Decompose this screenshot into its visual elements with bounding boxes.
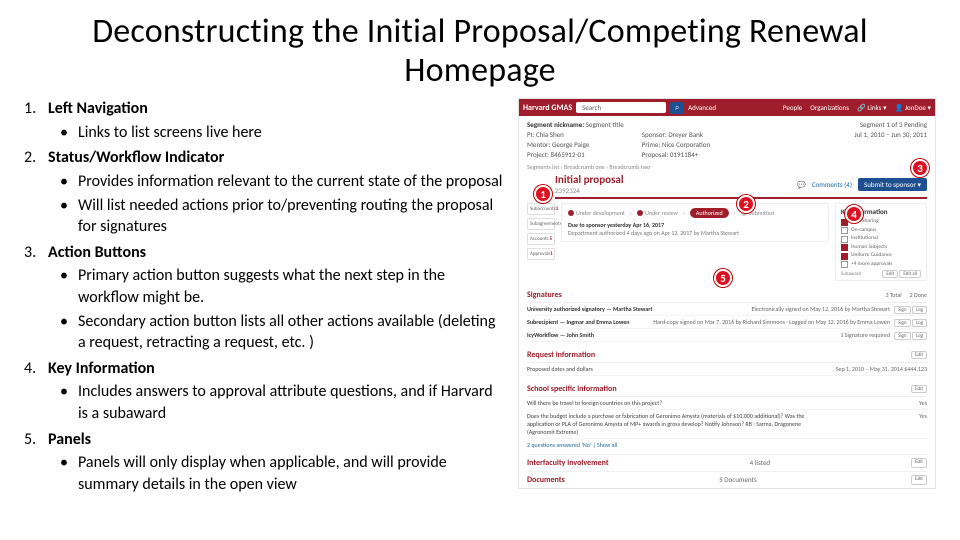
panel-school-title: School specific information	[527, 384, 617, 394]
seg-count: Segment 1 of 3 Pending	[860, 120, 927, 129]
outline-bullet: Includes answers to approval attribute q…	[78, 381, 504, 424]
sig-action[interactable]: Sign	[894, 306, 910, 314]
sig-action[interactable]: Sign	[894, 332, 910, 340]
key-edit-button[interactable]: Edit	[882, 270, 898, 278]
sig-action[interactable]: Log	[912, 332, 927, 340]
seg-proposal: Proposal: 0191184+	[642, 150, 698, 159]
key-editall-button[interactable]: Edit all	[899, 270, 921, 278]
panel-school-edit[interactable]: Edit	[911, 385, 927, 393]
comments-link[interactable]: Comments (4)	[812, 180, 852, 189]
breadcrumb: Segments list › Breadcrumb one › Breadcr…	[519, 163, 935, 173]
toplink-orgs[interactable]: Organizations	[810, 103, 849, 112]
outline-head: Left Navigation	[48, 99, 148, 118]
app-topbar: Harvard GMAS Search ⌕ Advanced People Or…	[519, 99, 935, 116]
seg-sponsor: Sponsor: Dreyer Bank	[642, 130, 703, 139]
brand-label: Harvard GMAS	[523, 103, 572, 113]
search-button[interactable]: ⌕	[670, 102, 684, 114]
panel-interfaculty-edit[interactable]: Edit	[911, 458, 927, 468]
key-info-item: Uniform Guidance	[841, 252, 921, 260]
outline-item: Key Information Includes answers to appro…	[48, 358, 504, 425]
outline-item: Panels Panels will only display when appl…	[48, 429, 504, 496]
panel-signatures-done: 2 Done	[910, 291, 927, 299]
sig-action[interactable]: Log	[912, 319, 927, 327]
signature-row: University authorized signatory — Martha…	[527, 303, 927, 316]
panel-documents-edit[interactable]: Edit	[911, 475, 927, 485]
outline-bullet: Panels will only display when applicable…	[78, 452, 504, 495]
panel-signatures-title: Signatures	[527, 290, 562, 300]
workflow-indicator: Under development›Under review›Authorize…	[561, 203, 829, 242]
toplink-links[interactable]: 🔗 Links ▾	[857, 103, 886, 112]
panel-interfaculty-title: Interfaculty involvement	[527, 458, 609, 468]
seg-pi: PI: Chia Shen	[527, 130, 564, 139]
advanced-link[interactable]: Advanced	[688, 103, 716, 112]
key-info-item: Human Subjects	[841, 244, 921, 252]
outline-bullet: Links to list screens live here	[78, 122, 504, 144]
key-info-item: On-campus	[841, 227, 921, 235]
seg-prime: Prime: Nice Corporation	[642, 140, 710, 149]
workflow-step: Under review	[637, 209, 678, 217]
panel-interfaculty-value: 4 listed	[750, 458, 770, 468]
sig-action[interactable]: Log	[912, 306, 927, 314]
req-dates-label[interactable]: Proposed dates and dollars	[527, 365, 593, 373]
key-info-item: Institutional	[841, 235, 921, 243]
panel-signatures-total: 3 Total	[885, 291, 901, 299]
toplink-user[interactable]: 👤 JonDoe ▾	[895, 103, 931, 112]
outline-item: Left Navigation Links to list screens liv…	[48, 98, 504, 143]
seg-dates: Jul 1, 2010 – Jun 30, 2011	[854, 130, 927, 139]
slide-title: Deconstructing the Initial Proposal/Comp…	[24, 12, 936, 90]
panel-documents-title: Documents	[527, 475, 565, 485]
outline-head: Action Buttons	[48, 243, 146, 262]
school-row: Will there be travel to foreign countrie…	[527, 397, 927, 410]
segment-info: Segment nickname: Segment title PI: Chia…	[519, 116, 935, 163]
outline-head: Status/Workflow Indicator	[48, 148, 224, 167]
panel-request-edit[interactable]: Edit	[911, 351, 927, 359]
search-icon: ⌕	[675, 103, 679, 113]
workflow-step: Authorized	[690, 208, 729, 218]
leftnav-item[interactable]: Subaccounts3	[527, 203, 555, 215]
outline-bullet: Provides information relevant to the cur…	[78, 171, 504, 193]
outline-item: Action Buttons Primary action button sugg…	[48, 242, 504, 354]
school-showall[interactable]: 2 questions answered ‘No’ | Show all	[527, 441, 617, 449]
outline-item: Status/Workflow Indicator Provides inform…	[48, 147, 504, 237]
seg-mentor: Mentor: George Paige	[527, 140, 589, 149]
page-subtitle: 2392324	[555, 186, 624, 195]
seg-project: Project: 8465912-01	[527, 150, 585, 159]
workflow-step: Under development	[568, 209, 625, 217]
signature-row: IcyWorkflow — John Smith1 Signature requ…	[527, 329, 927, 342]
chevron-down-icon: ▾	[917, 180, 921, 189]
primary-action-button[interactable]: Submit to sponsor ▾	[858, 178, 927, 191]
outline-head: Panels	[48, 430, 91, 449]
outline-bullet: Primary action button suggests what the …	[78, 265, 504, 308]
outline-bullet: Will list needed actions prior to/preven…	[78, 195, 504, 238]
panel-request-title: Request information	[527, 350, 595, 360]
leftnav-item[interactable]: Subagreements4	[527, 218, 555, 230]
signature-row: Subrecipient — Ingmar and Emma LowenHard…	[527, 316, 927, 329]
comments-icon[interactable]: 💬	[797, 180, 806, 189]
sig-action[interactable]: Sign	[894, 319, 910, 327]
leftnav-item[interactable]: Accounts5	[527, 233, 555, 245]
page-title: Initial proposal	[555, 173, 624, 186]
seg-nick-label: Segment nickname:	[527, 120, 584, 129]
search-input[interactable]: Search	[576, 102, 666, 113]
wf-detail: Department authorized 4 days ago on Apr …	[568, 229, 822, 237]
screenshot-preview: Harvard GMAS Search ⌕ Advanced People Or…	[518, 98, 936, 489]
req-dates-val: Sep 1, 2010 – May 31, 2014 $444,123	[836, 365, 927, 373]
key-info-item: +4 more approvals	[841, 261, 921, 269]
seg-nick-value: Segment title	[586, 120, 624, 129]
outline-bullet: Secondary action button lists all other …	[78, 311, 504, 354]
outline-head: Key Information	[48, 359, 155, 378]
toplink-people[interactable]: People	[783, 103, 802, 112]
outline-column: Left Navigation Links to list screens liv…	[24, 98, 504, 499]
wf-due: Due to sponsor yesterday Apr 16, 2017	[568, 221, 664, 229]
key-extra-label: Subaward	[841, 271, 861, 277]
panel-documents-value: 5 Documents	[719, 475, 757, 485]
leftnav-item[interactable]: Approvals1	[527, 248, 555, 260]
left-nav: Subaccounts3 Subagreements4 Accounts5 Appro…	[527, 203, 555, 281]
school-row: Does the budget include a purchase or fa…	[527, 410, 927, 439]
